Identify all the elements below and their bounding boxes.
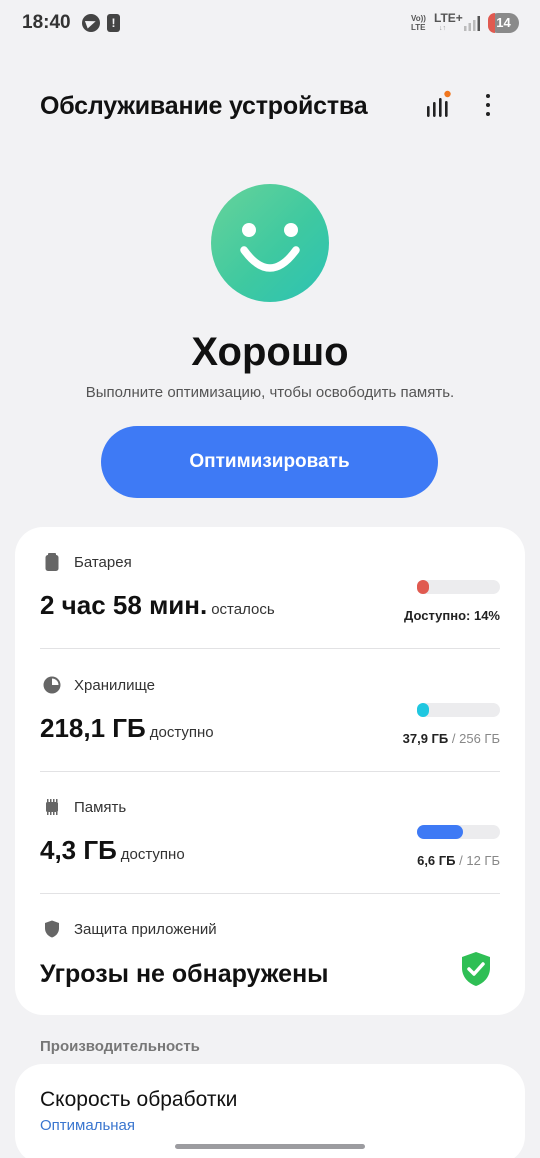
volte-sublabel: LTE (411, 23, 426, 32)
battery-label: Батарея (74, 554, 132, 571)
memory-separator: / (455, 853, 467, 868)
storage-label: Хранилище (74, 677, 155, 694)
bar-chart-icon[interactable] (424, 90, 452, 120)
storage-total: 256 ГБ (459, 731, 500, 746)
storage-progress-fill (417, 703, 430, 717)
processing-speed-value: Оптимальная (40, 1117, 136, 1134)
status-subtitle: Выполните оптимизацию, чтобы освободить … (85, 384, 455, 401)
volte-label: Vo)) (411, 14, 426, 23)
storage-section[interactable]: Хранилище 218,1 ГБ доступно 37,9 ГБ / 256… (15, 649, 525, 771)
memory-progress-fill (417, 825, 463, 839)
battery-icon: 14 (488, 13, 519, 33)
battery-suffix: осталось (211, 601, 275, 618)
device-care-card: Батарея 2 час 58 мин. осталось Доступно: … (15, 527, 525, 1015)
memory-available: 4,3 ГБ (40, 835, 117, 865)
battery-section-icon (45, 553, 59, 571)
battery-progress-bar (417, 580, 500, 594)
status-time: 18:40 (22, 12, 71, 33)
memory-suffix: доступно (120, 846, 185, 863)
memory-section[interactable]: Память 4,3 ГБ доступно 6,6 ГБ / 12 ГБ (15, 771, 525, 893)
storage-value: 218,1 ГБ доступно (40, 713, 214, 744)
alert-icon: ! (107, 14, 120, 32)
memory-chip-icon (46, 799, 58, 815)
navigation-handle[interactable] (175, 1144, 365, 1149)
telegram-icon (82, 14, 100, 32)
memory-total: 12 ГБ (466, 853, 500, 868)
app-protection-status: Угрозы не обнаружены (40, 960, 329, 988)
battery-value: 2 час 58 мин. осталось (40, 590, 275, 621)
performance-header: Производительность (40, 1038, 200, 1055)
more-options-icon[interactable] (476, 92, 500, 120)
memory-usage: 6,6 ГБ / 12 ГБ (417, 853, 500, 868)
battery-section[interactable]: Батарея 2 час 58 мин. осталось Доступно: … (15, 527, 525, 649)
page-title: Обслуживание устройства (40, 92, 368, 120)
storage-separator: / (448, 731, 460, 746)
storage-available: 218,1 ГБ (40, 713, 146, 743)
signal-icon (464, 16, 480, 31)
battery-level: 14 (496, 15, 511, 30)
memory-used: 6,6 ГБ (417, 853, 456, 868)
app-protection-label: Защита приложений (74, 921, 217, 938)
memory-label: Память (74, 799, 127, 816)
shield-icon (45, 920, 59, 938)
processing-speed-title: Скорость обработки (40, 1088, 238, 1111)
smiley-face-icon (211, 184, 329, 302)
battery-progress-fill (417, 580, 429, 594)
storage-usage: 37,9 ГБ / 256 ГБ (403, 731, 500, 746)
storage-progress-bar (417, 703, 500, 717)
optimize-button[interactable]: Оптимизировать (101, 426, 438, 498)
status-title: Хорошо (191, 330, 349, 374)
app-protection-section[interactable]: Защита приложений Угрозы не обнаружены (15, 893, 525, 1015)
shield-check-icon (462, 952, 490, 986)
network-type: LTE+ (434, 11, 463, 25)
storage-used: 37,9 ГБ (402, 731, 449, 746)
status-bar: 18:40 ! Vo)) LTE LTE+ ↓↑ 14 (0, 0, 540, 46)
pie-chart-icon (43, 676, 61, 694)
data-activity-icon: ↓↑ (439, 25, 446, 32)
memory-value: 4,3 ГБ доступно (40, 835, 185, 866)
volte-icon: Vo)) LTE (411, 14, 426, 32)
memory-progress-bar (417, 825, 500, 839)
battery-available: Доступно: 14% (404, 608, 500, 623)
storage-suffix: доступно (149, 724, 214, 741)
battery-time: 2 час 58 мин. (40, 590, 208, 620)
